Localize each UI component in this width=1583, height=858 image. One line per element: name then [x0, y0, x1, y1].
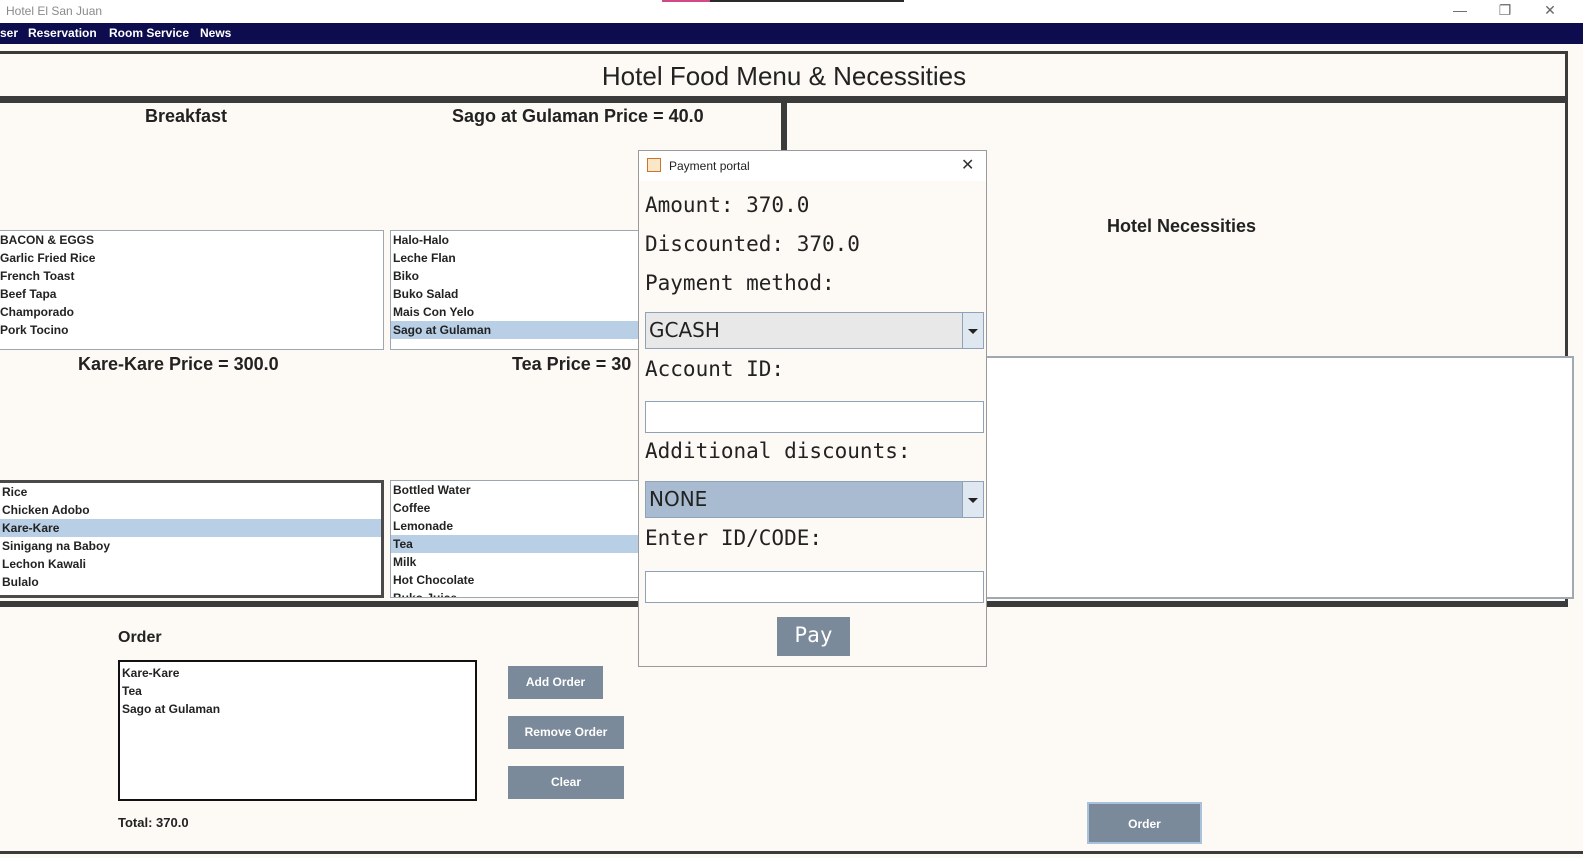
list-item[interactable]: Lechon Kawali: [0, 555, 381, 573]
list-item[interactable]: Beef Tapa: [0, 285, 383, 303]
list-item[interactable]: Bulalo: [0, 573, 381, 591]
drinks-list[interactable]: Bottled Water Coffee Lemonade Tea Milk H…: [390, 480, 650, 598]
chevron-down-icon[interactable]: [962, 313, 983, 348]
list-item[interactable]: Tea: [122, 682, 473, 700]
dialog-title: Payment portal: [669, 159, 750, 173]
list-item[interactable]: Bottled Water: [391, 481, 649, 499]
amount-label: Amount: 370.0: [645, 193, 810, 217]
menu-item-news[interactable]: News: [200, 26, 231, 40]
order-button[interactable]: Order: [1087, 802, 1202, 844]
list-item[interactable]: Rice: [0, 483, 381, 501]
list-item-selected[interactable]: Sago at Gulaman: [391, 321, 649, 339]
close-icon[interactable]: ✕: [961, 155, 974, 175]
list-item[interactable]: Garlic Fried Rice: [0, 249, 383, 267]
menu-item-room-service[interactable]: Room Service: [109, 26, 189, 40]
restore-icon[interactable]: ❐: [1485, 0, 1525, 22]
necessities-list[interactable]: [985, 356, 1574, 599]
order-list[interactable]: Kare-Kare Tea Sago at Gulaman: [118, 660, 477, 801]
list-item[interactable]: Pork Tocino: [0, 321, 383, 339]
menu-item-user[interactable]: ser: [0, 26, 18, 40]
window-titlebar: Hotel El San Juan — ❐ ✕: [0, 0, 1583, 23]
list-item[interactable]: Lemonade: [391, 517, 649, 535]
discounted-label: Discounted: 370.0: [645, 232, 860, 256]
pay-button[interactable]: Pay: [777, 617, 850, 656]
list-item[interactable]: Buko Juice: [391, 589, 649, 597]
breakfast-list[interactable]: BACON & EGGS Garlic Fried Rice French To…: [0, 230, 384, 350]
account-id-label: Account ID:: [645, 357, 785, 381]
list-item[interactable]: Champorado: [0, 303, 383, 321]
dialog-titlebar: Payment portal ✕: [639, 151, 986, 181]
list-item-selected[interactable]: Kare-Kare: [0, 519, 381, 537]
account-id-input[interactable]: [645, 401, 984, 433]
list-item[interactable]: Mais Con Yelo: [391, 303, 649, 321]
additional-discounts-value: NONE: [649, 487, 708, 511]
chevron-down-icon[interactable]: [962, 482, 983, 517]
header-top-border: [0, 51, 1568, 54]
list-item[interactable]: Coffee: [391, 499, 649, 517]
payment-method-value: GCASH: [649, 318, 720, 342]
minimize-icon[interactable]: —: [1440, 0, 1480, 22]
list-item[interactable]: French Toast: [0, 267, 383, 285]
payment-dialog: Payment portal ✕ Amount: 370.0 Discounte…: [638, 150, 987, 667]
clear-button[interactable]: Clear: [508, 766, 624, 799]
id-code-label: Enter ID/CODE:: [645, 526, 823, 550]
list-item[interactable]: Chicken Adobo: [0, 501, 381, 519]
additional-discounts-select[interactable]: NONE: [645, 481, 984, 518]
remove-order-button[interactable]: Remove Order: [508, 716, 624, 749]
list-item[interactable]: Halo-Halo: [391, 231, 649, 249]
lunch-list[interactable]: Rice Chicken Adobo Kare-Kare Sinigang na…: [0, 480, 384, 598]
breakfast-label: Breakfast: [145, 106, 228, 126]
list-item[interactable]: Biko: [391, 267, 649, 285]
list-item[interactable]: Kare-Kare: [122, 664, 473, 682]
add-order-button[interactable]: Add Order: [508, 666, 603, 699]
order-total: Total: 370.0: [118, 815, 189, 830]
list-item[interactable]: Milk: [391, 553, 649, 571]
dessert-price-label: Sago at Gulaman Price = 40.0: [452, 106, 704, 126]
id-code-input[interactable]: [645, 571, 984, 603]
menu-bar: ser Reservation Room Service News: [0, 23, 1583, 44]
window-title: Hotel El San Juan: [6, 4, 103, 18]
list-item[interactable]: Sinigang na Baboy: [0, 537, 381, 555]
close-icon[interactable]: ✕: [1530, 0, 1570, 22]
menu-item-reservation[interactable]: Reservation: [28, 26, 97, 40]
necessities-label: Hotel Necessities: [1107, 216, 1257, 236]
list-item[interactable]: Hot Chocolate: [391, 571, 649, 589]
titlebar-accent-pink: [662, 0, 710, 2]
java-icon: [647, 158, 661, 172]
payment-method-label: Payment method:: [645, 271, 835, 295]
drinks-price-label: Tea Price = 30: [512, 354, 632, 374]
header-bottom-border: [0, 96, 1568, 103]
list-item[interactable]: Buko Salad: [391, 285, 649, 303]
additional-discounts-label: Additional discounts:: [645, 439, 911, 463]
dessert-list[interactable]: Halo-Halo Leche Flan Biko Buko Salad Mai…: [390, 230, 650, 350]
list-item-selected[interactable]: Tea: [391, 535, 649, 553]
list-item[interactable]: Sago at Gulaman: [122, 700, 473, 718]
lunch-price-label: Kare-Kare Price = 300.0: [78, 354, 279, 374]
bottom-border: [0, 851, 1583, 854]
list-item[interactable]: Leche Flan: [391, 249, 649, 267]
list-item[interactable]: BACON & EGGS: [0, 231, 383, 249]
order-label: Order: [118, 629, 162, 646]
payment-method-select[interactable]: GCASH: [645, 312, 984, 349]
page-title: Hotel Food Menu & Necessities: [601, 61, 967, 91]
